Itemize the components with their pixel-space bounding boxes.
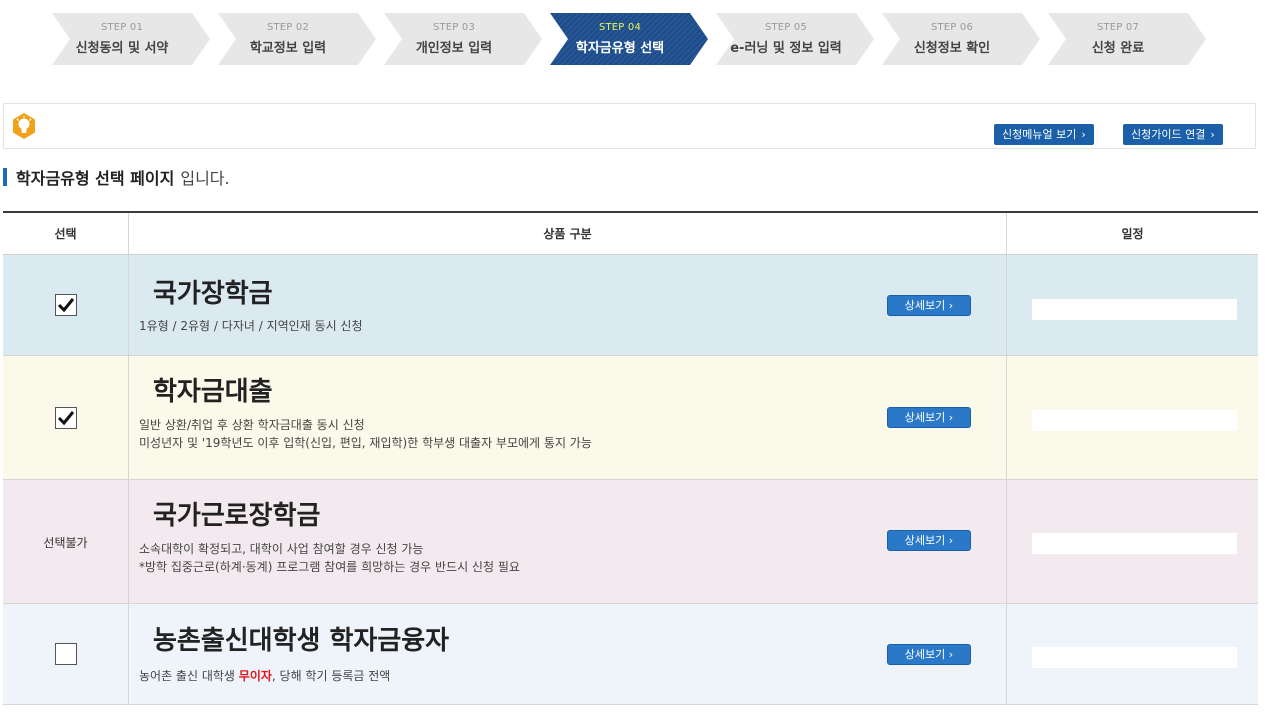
page-title: 학자금유형 선택 페이지 입니다. <box>3 167 230 188</box>
step-number: STEP 01 <box>100 22 144 33</box>
product-desc: 소속대학이 확정되고, 대학이 사업 참여할 경우 신청 가능 <box>139 542 424 556</box>
product-title: 국가장학금 <box>153 279 273 309</box>
lightbulb-icon <box>13 113 35 139</box>
step-number: STEP 06 <box>930 22 974 33</box>
product-cell: 국가장학금 1유형 / 2유형 / 다자녀 / 지역인재 동시 신청 상세보기 … <box>129 255 1007 355</box>
page-title-strong: 학자금유형 선택 페이지 <box>16 169 175 188</box>
step-05: STEP 05 e-러닝 및 정보 입력 <box>716 13 874 65</box>
desc-text: 농어촌 출신 대학생 <box>139 669 235 683</box>
table-row: 선택불가 국가근로장학금 소속대학이 확정되고, 대학이 사업 참여할 경우 신… <box>3 480 1258 604</box>
manual-view-button[interactable]: 신청메뉴얼 보기 › <box>994 124 1094 145</box>
select-cell <box>3 356 129 479</box>
step-progress: STEP 01 신청동의 및 서약 STEP 02 학교정보 입력 STEP 0… <box>52 13 1212 65</box>
detail-button[interactable]: 상세보기 › <box>887 407 971 428</box>
arrow-right-icon: › <box>1210 128 1215 141</box>
schedule-cell <box>1007 356 1258 479</box>
product-desc-2: 미성년자 및 '19학년도 이후 입학(신입, 편입, 재입학)한 학부생 대출… <box>139 436 592 450</box>
manual-view-label: 신청메뉴얼 보기 <box>1002 128 1077 141</box>
step-number: STEP 07 <box>1096 22 1140 33</box>
schedule-cell <box>1007 480 1258 603</box>
detail-button[interactable]: 상세보기 › <box>887 530 971 551</box>
step-number: STEP 04 <box>598 22 642 33</box>
schedule-cell <box>1007 604 1258 704</box>
schedule-box <box>1032 647 1237 668</box>
checkmark-icon <box>57 410 74 425</box>
table-row: 국가장학금 1유형 / 2유형 / 다자녀 / 지역인재 동시 신청 상세보기 … <box>3 255 1258 356</box>
product-desc: 일반 상환/취업 후 상환 학자금대출 동시 신청 <box>139 418 365 432</box>
desc-text: , 당해 학기 등록금 전액 <box>271 669 391 683</box>
step-03: STEP 03 개인정보 입력 <box>384 13 542 65</box>
guide-panel: 신청메뉴얼 보기 › 신청가이드 연결 › <box>3 103 1256 149</box>
detail-button[interactable]: 상세보기 › <box>887 295 971 316</box>
step-label: 학자금유형 선택 <box>575 41 665 56</box>
step-01: STEP 01 신청동의 및 서약 <box>52 13 210 65</box>
header-select: 선택 <box>3 213 129 254</box>
page-title-rest: 입니다. <box>180 169 230 188</box>
select-unavailable-label: 선택불가 <box>43 535 88 550</box>
product-cell: 농촌출신대학생 학자금융자 농어촌 출신 대학생 무이자, 당해 학기 등록금 … <box>129 604 1007 704</box>
product-cell: 학자금대출 일반 상환/취업 후 상환 학자금대출 동시 신청 미성년자 및 '… <box>129 356 1007 479</box>
table-row: 농촌출신대학생 학자금융자 농어촌 출신 대학생 무이자, 당해 학기 등록금 … <box>3 604 1258 705</box>
schedule-cell <box>1007 255 1258 355</box>
product-title: 국가근로장학금 <box>153 501 321 531</box>
step-label: 개인정보 입력 <box>415 41 493 56</box>
detail-button[interactable]: 상세보기 › <box>887 644 971 665</box>
step-label: 신청 완료 <box>1091 41 1145 56</box>
product-desc: 농어촌 출신 대학생 무이자, 당해 학기 등록금 전액 <box>139 667 390 685</box>
guide-link-button[interactable]: 신청가이드 연결 › <box>1123 124 1223 145</box>
interest-free-highlight: 무이자 <box>238 669 272 683</box>
step-02: STEP 02 학교정보 입력 <box>218 13 376 65</box>
product-desc: 1유형 / 2유형 / 다자녀 / 지역인재 동시 신청 <box>139 319 363 333</box>
select-checkbox[interactable] <box>54 406 77 429</box>
schedule-box <box>1032 299 1237 320</box>
step-04-current: STEP 04 학자금유형 선택 <box>550 13 708 65</box>
title-bar-accent <box>3 168 7 186</box>
step-number: STEP 02 <box>266 22 310 33</box>
header-schedule: 일정 <box>1121 227 1144 241</box>
table-row: 학자금대출 일반 상환/취업 후 상환 학자금대출 동시 신청 미성년자 및 '… <box>3 356 1258 480</box>
step-number: STEP 03 <box>432 22 476 33</box>
schedule-box <box>1032 533 1237 554</box>
checkmark-icon <box>57 298 74 313</box>
product-desc-2: *방학 집중근로(하계·동계) 프로그램 참여를 희망하는 경우 반드시 신청 … <box>139 560 520 574</box>
schedule-box <box>1032 410 1237 431</box>
step-label: e-러닝 및 정보 입력 <box>730 41 842 56</box>
step-06: STEP 06 신청정보 확인 <box>882 13 1040 65</box>
product-table: 선택 상품 구분 일정 국가장학금 1유형 / 2유형 / 다자녀 / 지역인재… <box>3 211 1258 705</box>
select-cell <box>3 255 129 355</box>
select-checkbox[interactable] <box>54 294 77 316</box>
select-cell <box>3 604 129 704</box>
select-checkbox[interactable] <box>54 643 77 665</box>
step-number: STEP 05 <box>764 22 808 33</box>
step-07: STEP 07 신청 완료 <box>1048 13 1206 65</box>
guide-link-label: 신청가이드 연결 <box>1131 128 1206 141</box>
select-cell: 선택불가 <box>3 480 129 603</box>
table-header: 선택 상품 구분 일정 <box>3 213 1258 255</box>
step-label: 학교정보 입력 <box>249 41 327 56</box>
product-title: 학자금대출 <box>153 377 273 407</box>
step-label: 신청동의 및 서약 <box>75 41 169 56</box>
arrow-right-icon: › <box>1081 128 1086 141</box>
product-title: 농촌출신대학생 학자금융자 <box>153 626 450 656</box>
step-label: 신청정보 확인 <box>913 41 991 56</box>
header-product: 상품 구분 <box>129 213 1007 254</box>
product-cell: 국가근로장학금 소속대학이 확정되고, 대학이 사업 참여할 경우 신청 가능 … <box>129 480 1007 603</box>
